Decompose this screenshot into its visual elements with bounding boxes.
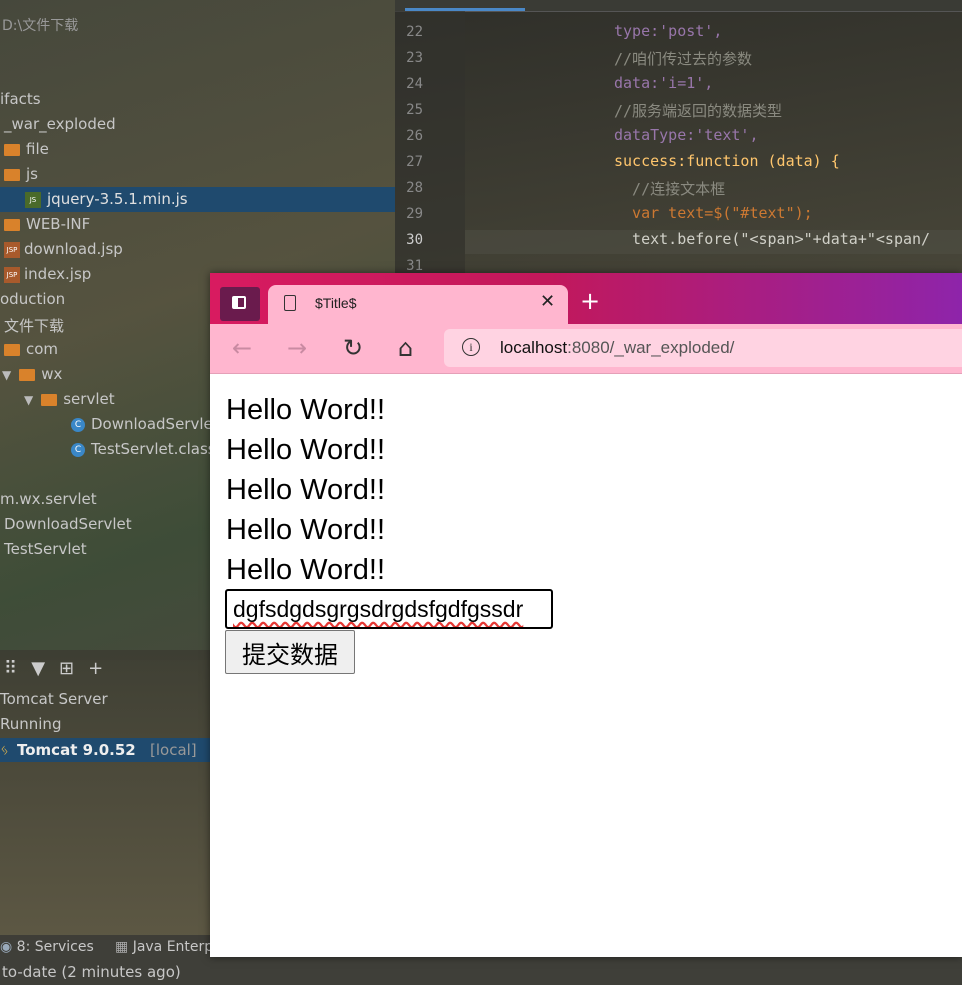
browser-window: $Title$ ✕ + ← → ↻ ⌂ i localhost:8080/_wa… bbox=[210, 273, 962, 957]
code-line[interactable]: //连接文本框 bbox=[614, 178, 725, 199]
filter-icon[interactable]: ▼ bbox=[31, 658, 59, 679]
tree-item-class[interactable]: C DownloadServle bbox=[71, 415, 213, 433]
line-number: 22 bbox=[406, 24, 423, 40]
hello-text: Hello Word!! bbox=[226, 434, 386, 466]
class-icon: C bbox=[71, 417, 85, 432]
tree-item-folder[interactable]: ▼ wx bbox=[2, 365, 62, 383]
services-panel: ⠿▼⊞+ Tomcat Server Running ᛃ Tomcat 9.0.… bbox=[0, 650, 210, 940]
forward-icon[interactable]: → bbox=[287, 333, 307, 363]
hello-text: Hello Word!! bbox=[226, 554, 386, 586]
tab-title: $Title$ bbox=[315, 295, 357, 311]
jsp-file-icon: JSP bbox=[4, 266, 20, 283]
code-line[interactable]: success:function (data) { bbox=[614, 152, 840, 170]
tree-item-folder[interactable]: WEB-INF bbox=[4, 215, 90, 233]
tree-item-folder[interactable]: file bbox=[4, 140, 49, 158]
tree-item[interactable]: 文件下载 bbox=[4, 315, 64, 336]
services-icon: ◉ bbox=[0, 939, 13, 955]
line-number: 25 bbox=[406, 102, 423, 118]
page-content: Hello Word!! Hello Word!! Hello Word!! H… bbox=[210, 374, 962, 957]
status-message: to-date (2 minutes ago) bbox=[2, 963, 181, 981]
jsp-file-icon: JSP bbox=[4, 241, 20, 258]
code-line[interactable]: var text=$("#text"); bbox=[614, 204, 813, 222]
line-number: 28 bbox=[406, 180, 423, 196]
editor-tabs[interactable] bbox=[395, 0, 962, 12]
page-icon bbox=[284, 295, 296, 311]
line-number: 27 bbox=[406, 154, 423, 170]
folder-icon bbox=[4, 168, 20, 181]
add-icon[interactable]: + bbox=[88, 658, 117, 679]
code-line[interactable]: //咱们传过去的参数 bbox=[614, 48, 752, 69]
close-tab-icon[interactable]: ✕ bbox=[540, 291, 555, 312]
folder-icon bbox=[41, 393, 58, 406]
line-number: 24 bbox=[406, 76, 423, 92]
tree-item[interactable]: _war_exploded bbox=[4, 115, 116, 133]
group-icon[interactable]: ⠿ bbox=[4, 658, 31, 679]
expand-arrow-icon[interactable]: ▼ bbox=[24, 393, 33, 407]
tree-item[interactable]: oduction bbox=[0, 290, 65, 308]
folder-icon bbox=[4, 143, 20, 156]
new-tab-icon[interactable]: + bbox=[580, 287, 600, 315]
browser-tab[interactable]: $Title$ ✕ bbox=[268, 285, 568, 324]
line-number: 26 bbox=[406, 128, 423, 144]
class-icon: C bbox=[71, 442, 85, 457]
service-node-running[interactable]: Running bbox=[0, 715, 61, 733]
code-line[interactable]: type:'post', bbox=[614, 22, 722, 40]
expand-arrow-icon[interactable]: ▼ bbox=[2, 368, 11, 382]
add-node-icon[interactable]: ⊞ bbox=[59, 658, 88, 679]
line-number: 31 bbox=[406, 258, 423, 274]
services-toolbar: ⠿▼⊞+ bbox=[4, 658, 117, 679]
code-line[interactable]: text.before("<span>"+data+"<span/ bbox=[614, 230, 930, 248]
service-node-tomcat[interactable]: ᛃ Tomcat 9.0.52 [local] bbox=[0, 738, 210, 762]
tree-item[interactable]: TestServlet bbox=[4, 540, 87, 558]
tree-item[interactable]: DownloadServlet bbox=[4, 515, 132, 533]
java-enterprise-tab[interactable]: ▦ Java Enterpr bbox=[115, 939, 219, 955]
hello-text: Hello Word!! bbox=[226, 514, 386, 546]
code-line[interactable]: //服务端返回的数据类型 bbox=[614, 100, 782, 121]
js-file-icon: JS bbox=[25, 190, 45, 208]
line-number: 30 bbox=[406, 232, 423, 248]
url-text[interactable]: localhost:8080/_war_exploded/ bbox=[500, 338, 734, 358]
folder-icon bbox=[4, 218, 20, 231]
folder-icon bbox=[4, 343, 20, 356]
refresh-icon[interactable]: ↻ bbox=[343, 333, 363, 363]
back-icon[interactable]: ← bbox=[232, 333, 252, 363]
home-icon[interactable]: ⌂ bbox=[398, 333, 413, 363]
tree-item-jsp[interactable]: JSP index.jsp bbox=[4, 265, 91, 283]
service-node-server[interactable]: Tomcat Server bbox=[0, 690, 108, 708]
tree-item-folder[interactable]: js bbox=[4, 165, 38, 183]
code-line[interactable]: data:'i=1', bbox=[614, 74, 713, 92]
tree-item-class[interactable]: C TestServlet.class bbox=[71, 440, 216, 458]
address-bar[interactable]: i localhost:8080/_war_exploded/ bbox=[444, 329, 962, 367]
text-input[interactable]: dgfsdgdsgrgsdrgdsfgdfgssdr bbox=[225, 589, 553, 629]
tree-item[interactable]: ifacts bbox=[0, 90, 41, 108]
browser-toolbar: ← → ↻ ⌂ i localhost:8080/_war_exploded/ bbox=[210, 324, 962, 374]
info-icon[interactable]: i bbox=[462, 338, 480, 356]
java-enterprise-icon: ▦ bbox=[115, 939, 129, 955]
tab-actions-icon[interactable] bbox=[220, 287, 260, 321]
tree-item[interactable]: m.wx.servlet bbox=[0, 490, 97, 508]
hello-text: Hello Word!! bbox=[226, 474, 386, 506]
line-number: 23 bbox=[406, 50, 423, 66]
submit-button[interactable]: 提交数据 bbox=[225, 630, 355, 674]
code-editor[interactable]: 22 23 24 25 26 27 28 29 30 31 type:'post… bbox=[395, 0, 962, 280]
hello-text: Hello Word!! bbox=[226, 394, 386, 426]
code-line[interactable]: dataType:'text', bbox=[614, 126, 759, 144]
tree-item-selected[interactable]: JS jquery-3.5.1.min.js bbox=[0, 187, 395, 212]
tree-item-folder[interactable]: ▼ servlet bbox=[24, 390, 115, 408]
tomcat-icon: ᛃ bbox=[0, 741, 10, 759]
tree-item-folder[interactable]: com bbox=[4, 340, 58, 358]
project-path: D:\文件下载 bbox=[2, 18, 79, 34]
line-number: 29 bbox=[406, 206, 423, 222]
browser-titlebar: $Title$ ✕ + bbox=[210, 273, 962, 324]
services-tab[interactable]: ◉ 8: Services bbox=[0, 939, 94, 955]
folder-icon bbox=[19, 368, 36, 381]
tree-item-jsp[interactable]: JSP download.jsp bbox=[4, 240, 123, 258]
